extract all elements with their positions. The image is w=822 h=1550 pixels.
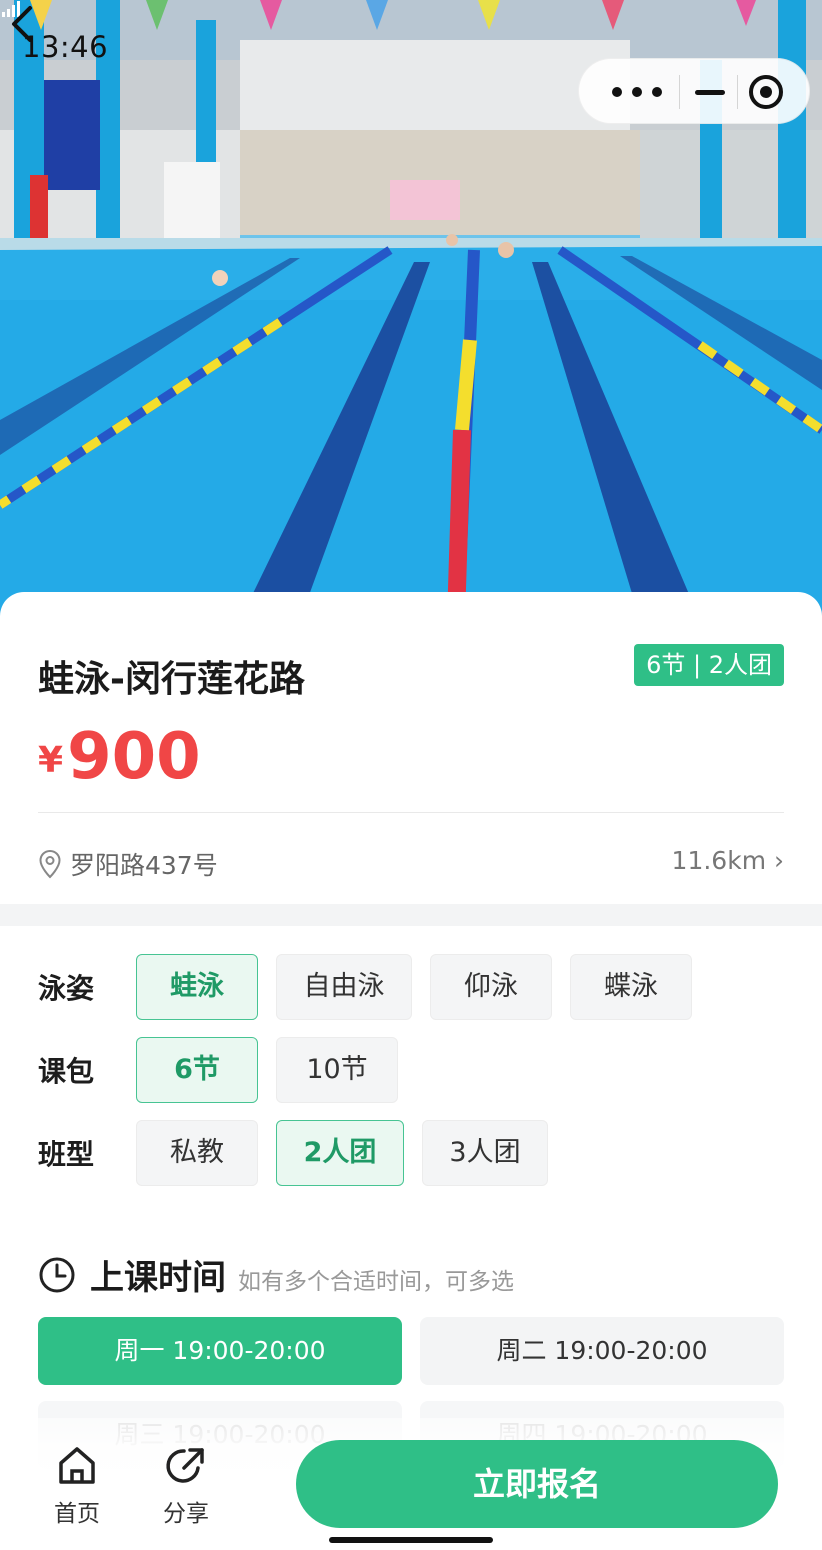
share-nav-button[interactable]: 分享 [146,1444,226,1528]
stroke-label: 泳姿 [38,972,95,1005]
back-arrow-icon[interactable] [0,0,48,48]
address-row[interactable]: 罗阳路437号 [38,846,218,882]
distance-link[interactable]: 11.6km › [672,846,784,875]
time-slot-monday[interactable]: 周一 19:00-20:00 [38,1317,402,1385]
course-title: 蛙泳-闵行莲花路 [38,659,305,700]
location-pin-icon [39,849,61,879]
schedule-header: 上课时间 如有多个合适时间，可多选 [38,1250,514,1299]
package-chip-6[interactable]: 6节 [136,1037,258,1103]
divider [38,812,784,813]
price-value: 900 [67,720,201,794]
course-badge: 6节 | 2人团 [634,644,784,686]
hero-pool-photo: 13:46 [0,0,822,620]
stroke-option-row: 泳姿 蛙泳 自由泳 仰泳 蝶泳 [38,954,784,1020]
stroke-chip-freestyle[interactable]: 自由泳 [276,954,412,1020]
course-info-card: 蛙泳-闵行莲花路 6节 | 2人团 ¥900 罗阳路437号 11.6km › [0,592,822,904]
schedule-title: 上课时间 [90,1258,226,1298]
class-chip-group-2[interactable]: 2人团 [276,1120,404,1186]
home-nav-button[interactable]: 首页 [37,1444,117,1528]
home-indicator [329,1537,493,1543]
more-dots-icon[interactable] [607,81,667,103]
capsule-divider [737,75,738,109]
target-close-icon[interactable] [747,73,785,111]
class-chip-private[interactable]: 私教 [136,1120,258,1186]
home-nav-label: 首页 [54,1501,100,1527]
stroke-chip-breaststroke[interactable]: 蛙泳 [136,954,258,1020]
time-slot-tuesday[interactable]: 周二 19:00-20:00 [420,1317,784,1385]
stroke-chip-butterfly[interactable]: 蝶泳 [570,954,692,1020]
package-chip-10[interactable]: 10节 [276,1037,398,1103]
capsule-divider [679,75,680,109]
class-type-option-row: 班型 私教 2人团 3人团 [38,1120,784,1186]
mini-program-capsule [578,58,810,124]
schedule-hint: 如有多个合适时间，可多选 [238,1268,514,1295]
home-icon [59,1447,95,1484]
course-price: ¥900 [38,720,201,794]
package-option-row: 课包 6节 10节 [38,1037,784,1103]
package-label: 课包 [38,1055,95,1088]
share-icon [166,1448,204,1483]
enroll-now-button[interactable]: 立即报名 [296,1440,778,1528]
share-nav-label: 分享 [163,1501,209,1527]
currency-symbol: ¥ [38,740,64,781]
class-type-label: 班型 [38,1138,95,1171]
clock-icon [39,1257,75,1292]
stroke-chip-backstroke[interactable]: 仰泳 [430,954,552,1020]
minimize-icon[interactable] [693,81,727,103]
section-gap [0,904,822,926]
class-chip-group-3[interactable]: 3人团 [422,1120,548,1186]
address-text: 罗阳路437号 [70,851,218,880]
